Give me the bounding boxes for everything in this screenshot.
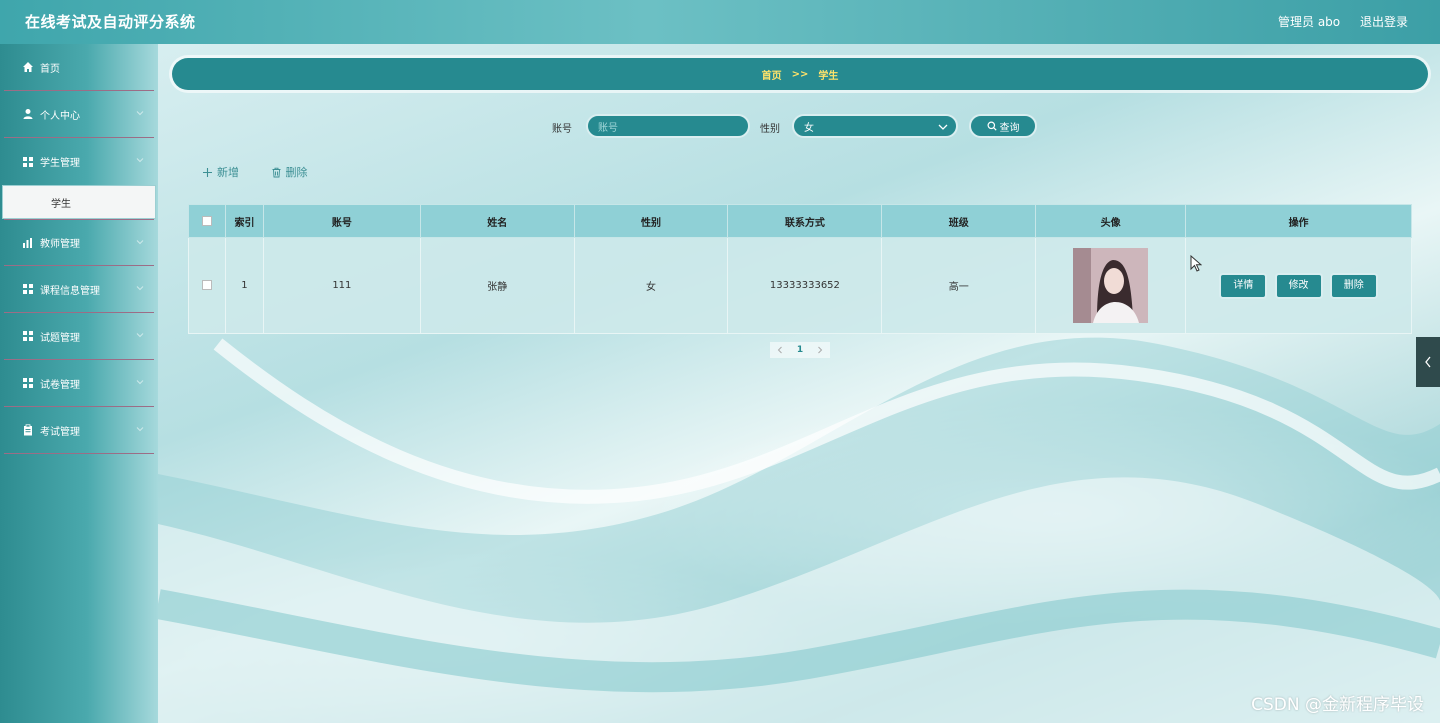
grid-icon [23,284,33,294]
cell-phone: 13333333652 [727,237,883,334]
sidebar-item-exam-management[interactable]: 考试管理 [4,407,154,454]
grid-icon [23,156,33,167]
student-table: 索引 账号 姓名 性别 联系方式 班级 头像 操作 1 111 张静 女 133… [188,204,1412,334]
gender-select[interactable]: 女 [792,114,958,138]
breadcrumb-separator: >> [791,68,809,80]
bar-chart-icon [23,237,32,248]
clipboard-icon [24,424,32,436]
detail-button[interactable]: 详情 [1221,274,1266,297]
chevron-down-icon [136,427,144,432]
edit-button[interactable]: 修改 [1276,274,1321,297]
select-all-checkbox[interactable] [201,215,212,226]
sidebar-item-label: 课程信息管理 [40,285,100,297]
cell-index: 1 [224,237,264,334]
home-icon [23,62,33,72]
sidebar-item-label: 试题管理 [40,332,80,344]
column-header: 索引 [224,204,264,238]
select-all-cell [188,204,226,238]
user-area: 管理员 abo 退出登录 [1262,13,1408,30]
trash-icon [272,167,280,177]
sidebar: 首页 个人中心 学生管理 学生 教师管理 课程信息管理 试题管理 试卷管理 考试… [0,44,158,723]
batch-delete-button[interactable]: 删除 [271,164,308,180]
pagination: 1 [770,342,830,358]
sidebar-item-label: 个人中心 [40,110,80,122]
breadcrumb: 首页 >> 学生 [172,58,1428,90]
breadcrumb-current: 学生 [818,70,839,82]
column-header: 头像 [1035,204,1187,238]
sidebar-item-personal-center[interactable]: 个人中心 [4,91,154,138]
column-header: 班级 [881,204,1037,238]
chevron-down-icon [136,111,144,116]
main-content: 首页 >> 学生 账号 账号 性别 女 查询 新增 删除 索引 账号 姓名 性别… [158,44,1440,723]
query-button[interactable]: 查询 [969,114,1037,138]
sidebar-item-course-management[interactable]: 课程信息管理 [4,266,154,313]
cell-gender: 女 [573,237,729,334]
top-header: 在线考试及自动评分系统 管理员 abo 退出登录 [0,0,1440,44]
add-button-label: 新增 [217,166,239,179]
cell-name: 张静 [419,237,575,334]
sidebar-subitem-student[interactable]: 学生 [2,185,156,219]
sidebar-item-paper-management[interactable]: 试卷管理 [4,360,154,407]
query-button-label: 查询 [999,122,1020,134]
sidebar-item-student-management[interactable]: 学生管理 [4,138,154,185]
breadcrumb-home[interactable]: 首页 [762,67,782,82]
chevron-left-icon [1425,356,1431,368]
sidebar-item-label: 首页 [40,63,60,75]
admin-user-link[interactable]: 管理员 abo [1278,15,1340,29]
next-page-button[interactable] [810,342,830,358]
action-toolbar: 新增 删除 [202,164,336,182]
column-header: 账号 [262,204,421,238]
search-bar: 账号 账号 性别 女 查询 [158,112,1440,140]
collapse-panel-toggle[interactable] [1416,337,1440,387]
sidebar-item-label: 学生管理 [40,158,80,169]
user-icon [23,109,33,119]
column-header: 姓名 [419,204,575,238]
prev-page-button[interactable] [770,342,790,358]
column-header: 性别 [573,204,729,238]
app-title: 在线考试及自动评分系统 [25,13,196,31]
grid-icon [23,331,33,341]
sidebar-item-label: 考试管理 [40,426,80,438]
page-number[interactable]: 1 [790,342,810,358]
sidebar-item-teacher-management[interactable]: 教师管理 [4,219,154,266]
chevron-down-icon [938,124,948,130]
logout-link[interactable]: 退出登录 [1360,15,1408,29]
chevron-down-icon [136,158,144,163]
avatar-photo [1073,248,1149,323]
mouse-cursor-icon [1190,255,1202,272]
sidebar-item-home[interactable]: 首页 [4,44,154,91]
column-header: 联系方式 [727,204,883,238]
chevron-down-icon [136,286,144,291]
chevron-down-icon [136,240,144,245]
sidebar-item-question-management[interactable]: 试题管理 [4,313,154,360]
chevron-right-icon [818,346,823,354]
column-header: 操作 [1185,204,1412,238]
delete-button-label: 删除 [285,166,308,179]
background-silk-wave [158,337,1440,723]
add-button[interactable]: 新增 [202,164,239,180]
sidebar-item-label: 试卷管理 [40,379,80,391]
sidebar-item-label: 教师管理 [40,239,80,250]
avatar [1073,248,1149,323]
cell-actions: 详情 修改 删除 [1185,237,1412,334]
row-select-cell [188,237,226,334]
cell-account: 111 [262,237,421,334]
chevron-down-icon [136,333,144,338]
csdn-watermark: CSDN @金新程序毕设 [1251,695,1424,715]
gender-label: 性别 [760,124,780,135]
table-row: 1 111 张静 女 13333333652 高一 详情 修改 删除 [188,237,1412,334]
search-icon [987,121,997,131]
plus-icon [203,167,212,177]
row-checkbox[interactable] [201,280,212,290]
table-header-row: 索引 账号 姓名 性别 联系方式 班级 头像 操作 [188,204,1412,238]
gender-select-value: 女 [804,122,814,134]
cell-avatar [1035,237,1187,334]
account-search-input[interactable]: 账号 [586,114,750,138]
cell-class: 高一 [881,237,1037,334]
row-delete-button[interactable]: 删除 [1331,274,1376,297]
chevron-down-icon [136,380,144,385]
grid-icon [23,378,33,388]
account-label: 账号 [552,124,572,135]
chevron-left-icon [777,346,782,354]
